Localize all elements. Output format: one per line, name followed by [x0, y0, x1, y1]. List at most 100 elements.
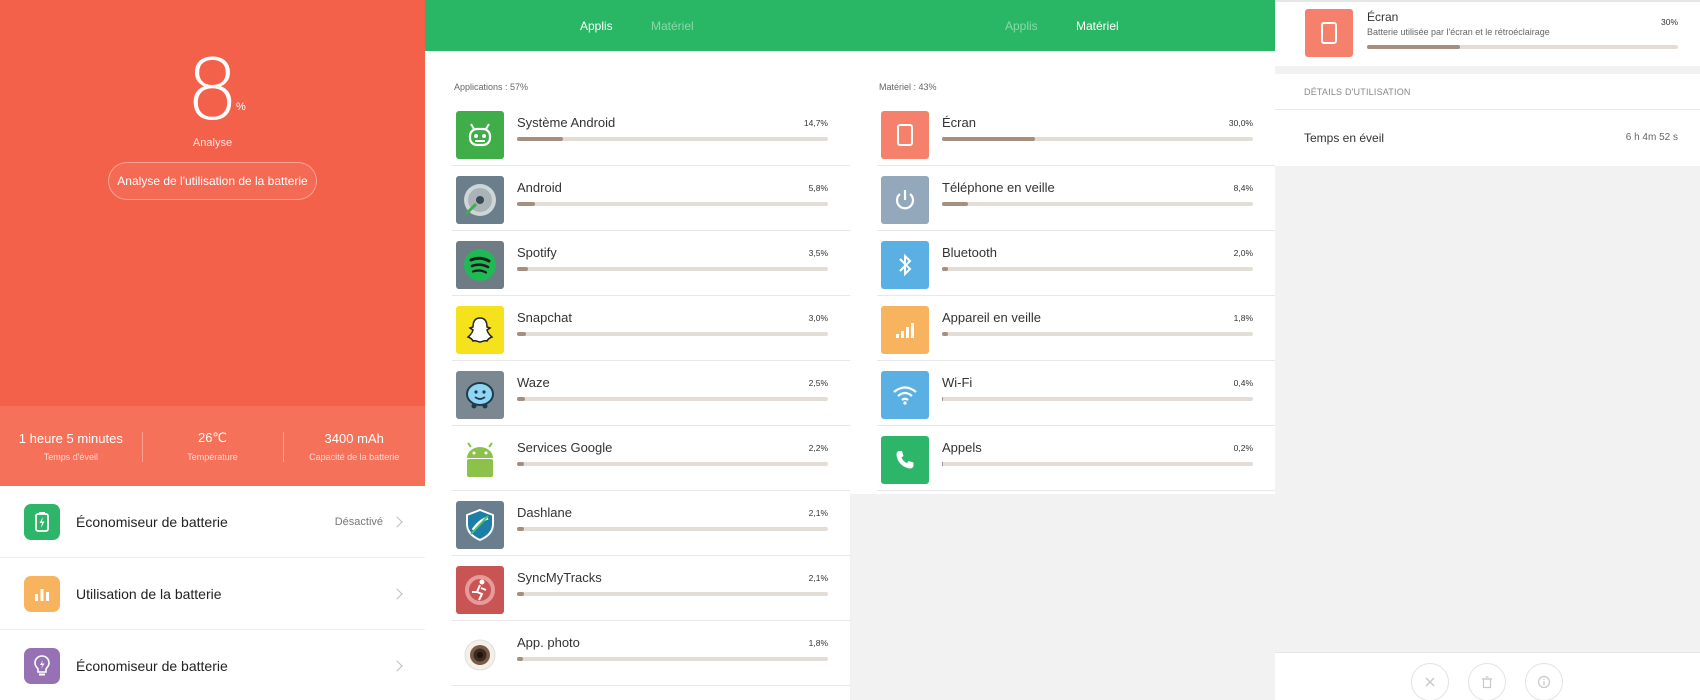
item-name: Appels [942, 440, 982, 455]
item-name: Dashlane [517, 505, 572, 520]
list-item[interactable]: Écran 30,0% [850, 101, 1275, 166]
item-name: Snapchat [517, 310, 572, 325]
usage-bar-fill [517, 527, 524, 531]
list-item[interactable]: Snapchat 3,0% [425, 296, 850, 361]
item-percent: 8,4% [1233, 183, 1253, 193]
spotify-icon [456, 241, 504, 289]
list-item[interactable]: Wi-Fi 0,4% [850, 361, 1275, 426]
item-percent: 3,5% [808, 248, 828, 258]
list-item[interactable]: Waze 2,5% [425, 361, 850, 426]
stat-value: 1 heure 5 minutes [18, 430, 123, 446]
item-percent: 14,7% [803, 118, 828, 128]
dashlane-icon [456, 501, 504, 549]
detail-subtitle: Batterie utilisée par l'écran et le rétr… [1367, 27, 1550, 37]
list-item[interactable]: Services Google 2,2% [425, 426, 850, 491]
usage-bar-track [517, 397, 828, 401]
list-item[interactable]: SyncMyTracks 2,1% [425, 556, 850, 621]
list-item[interactable]: Appareil en veille 1,8% [850, 296, 1275, 361]
waze-icon [456, 371, 504, 419]
screen-icon [1305, 9, 1353, 57]
chevron-right-icon [391, 515, 403, 528]
battery-percent: 8 [185, 41, 240, 139]
list-item[interactable]: Dashlane 2,1% [425, 491, 850, 556]
item-name: SyncMyTracks [517, 570, 602, 585]
menu-battery-saver[interactable]: Économiseur de batterie Désactivé [0, 486, 425, 558]
usage-bar-fill [517, 592, 524, 596]
tab-materiel[interactable]: Matériel [651, 19, 694, 33]
menu-label: Utilisation de la batterie [76, 585, 222, 602]
list-item[interactable]: Appels 0,2% [850, 426, 1275, 491]
battery-saver-icon [24, 503, 60, 540]
wifi-icon [881, 371, 929, 419]
delete-button[interactable] [1468, 663, 1506, 700]
tab-materiel[interactable]: Matériel [1076, 19, 1119, 33]
usage-bar-track [517, 657, 828, 661]
usage-bar-track [942, 332, 1253, 336]
usage-bar-fill [517, 267, 528, 271]
bar-chart-icon [24, 575, 60, 612]
detail-progress-fill [1367, 45, 1461, 49]
usage-bar-fill [517, 462, 524, 466]
item-name: Appareil en veille [942, 310, 1042, 325]
list-item[interactable]: Système Android 14,7% [425, 101, 850, 166]
list-item[interactable]: Android 5,8% [425, 166, 850, 231]
stat-awake-time: 1 heure 5 minutes Temps d'éveil [0, 406, 142, 486]
stat-label: Temps d'éveil [43, 451, 98, 462]
usage-bar-track [942, 397, 1253, 401]
item-percent: 2,1% [808, 508, 828, 518]
usage-bar-fill [942, 267, 949, 271]
item-name: Système Android [517, 115, 616, 130]
usage-bar-fill [517, 397, 525, 401]
details-header: DÉTAILS D'UTILISATION [1304, 87, 1411, 97]
list-item[interactable]: Bluetooth 2,0% [850, 231, 1275, 296]
tab-bar: Applis Matériel [425, 0, 850, 51]
item-percent: 3,0% [808, 313, 828, 323]
usage-bar-track [517, 202, 828, 206]
list-item[interactable]: Téléphone en veille 8,4% [850, 166, 1275, 231]
tab-applis[interactable]: Applis [580, 19, 613, 33]
info-button[interactable] [1525, 663, 1563, 700]
tab-applis[interactable]: Applis [1005, 19, 1038, 33]
stat-capacity: 3400 mAh Capacité de la batterie [283, 406, 425, 486]
bluetooth-icon [881, 241, 929, 289]
stat-value: 3400 mAh [324, 430, 384, 446]
item-name: Wi-Fi [942, 375, 973, 390]
battery-status-label: Analyse [192, 137, 233, 149]
info-icon [1537, 675, 1551, 689]
menu-battery-usage[interactable]: Utilisation de la batterie [0, 558, 425, 630]
item-percent: 2,2% [808, 443, 828, 453]
tab-bar: Applis Matériel [850, 0, 1275, 51]
usage-bar-track [517, 527, 828, 531]
battery-stats: 1 heure 5 minutes Temps d'éveil 26℃ Temp… [0, 406, 425, 486]
snapchat-ghost-icon [456, 306, 504, 354]
item-percent: 2,5% [808, 378, 828, 388]
list-item[interactable]: App. photo 1,8% [425, 621, 850, 686]
usage-bar-fill [517, 202, 536, 206]
item-name: Spotify [517, 245, 557, 260]
item-percent: 1,8% [808, 638, 828, 648]
battery-percent-sign: % [236, 101, 246, 113]
detail-title: Écran [1367, 10, 1399, 24]
screen-icon [881, 111, 929, 159]
usage-details-section: DÉTAILS D'UTILISATION Temps en éveil 6 h… [1275, 74, 1700, 166]
stat-temperature: 26℃ Température [141, 406, 284, 486]
close-button[interactable] [1411, 663, 1449, 700]
usage-bar-track [517, 332, 828, 336]
usage-bar-track [517, 592, 828, 596]
trash-icon [1482, 676, 1492, 689]
phone-icon [881, 436, 929, 484]
lightbulb-icon [24, 647, 60, 684]
item-name: Waze [517, 375, 550, 390]
stat-value: 26℃ [197, 430, 228, 445]
menu-power-saver[interactable]: Économiseur de batterie [0, 630, 425, 700]
analyse-battery-button[interactable]: Analyse de l'utilisation de la batterie [108, 162, 317, 200]
usage-bar-fill [517, 657, 523, 661]
list-item[interactable]: Spotify 3,5% [425, 231, 850, 296]
chevron-right-icon [391, 659, 403, 672]
usage-bar-track [942, 202, 1253, 206]
item-name: Écran [942, 115, 976, 130]
menu-label: Économiseur de batterie [76, 513, 228, 530]
usage-bar-fill [517, 137, 563, 141]
divider [1275, 0, 1700, 2]
usage-bar-fill [942, 137, 1036, 141]
